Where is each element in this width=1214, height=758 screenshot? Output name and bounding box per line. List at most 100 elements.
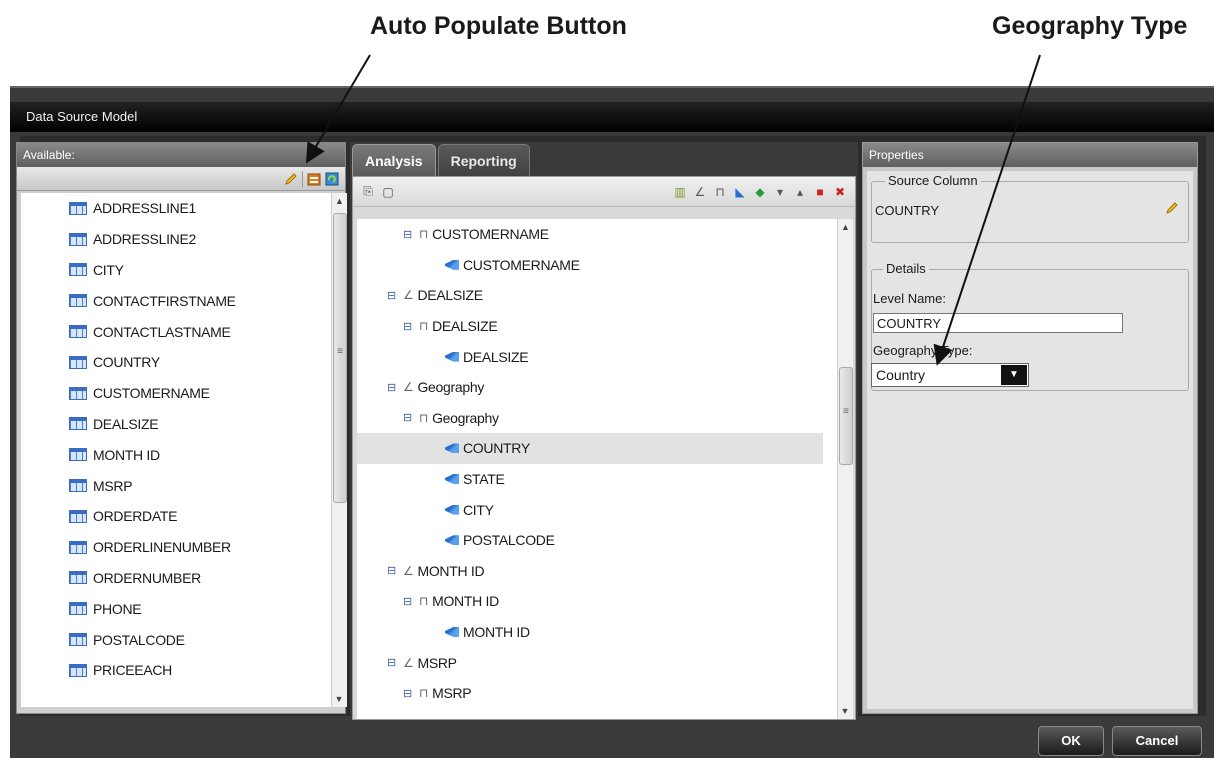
dimension-icon: ∠ [403,288,414,303]
dimension-icon: ∠ [403,655,414,670]
tree-node-hierarchy[interactable]: ⊟ ⊓ Geography [357,403,837,434]
collapse-icon[interactable]: ⊟ [387,564,397,577]
available-field-item[interactable]: MONTH ID [21,439,331,470]
available-field-item[interactable]: ORDERLINENUMBER [21,532,331,563]
collapse-icon[interactable]: ⊟ [403,320,413,333]
tree-node-dimension[interactable]: ⊟ ∠ Geography [357,372,837,403]
tree-node-dimension[interactable]: ⊟ ∠ MONTH ID [357,556,837,587]
tree-node-level[interactable]: MSRP [357,709,837,719]
tree-node-level[interactable]: COUNTRY [357,433,823,464]
cancel-button[interactable]: Cancel [1112,726,1202,756]
scroll-down-icon[interactable]: ▼ [332,691,346,707]
available-field-item[interactable]: CONTACTLASTNAME [21,316,331,347]
tree-node-level[interactable]: STATE [357,464,837,495]
properties-body: Source Column COUNTRY Details Level Name… [867,171,1193,709]
ok-button[interactable]: OK [1038,726,1104,756]
move-up-icon[interactable]: ▴ [793,185,807,199]
available-field-item[interactable]: PHONE [21,593,331,624]
add-measure-icon[interactable]: ▥ [673,185,687,199]
available-toolbar [17,167,345,191]
tree-node-hierarchy[interactable]: ⊟ ⊓ MSRP [357,678,837,709]
column-icon [69,294,87,308]
collapse-icon[interactable]: ⊟ [387,381,397,394]
available-field-item[interactable]: CONTACTFIRSTNAME [21,285,331,316]
column-icon [69,355,87,369]
collapse-icon[interactable]: ⊟ [387,289,397,302]
tree-node-level[interactable]: POSTALCODE [357,525,837,556]
move-down-icon[interactable]: ▾ [773,185,787,199]
available-field-item[interactable]: CUSTOMERNAME [21,378,331,409]
available-field-label: ORDERDATE [93,508,178,525]
available-panel: Available: ADDRESSLINE1 ADDRESSLINE2 CITY C… [16,142,347,714]
edit-source-column-icon[interactable] [1165,201,1179,220]
level-name-field[interactable]: COUNTRY [873,313,1123,333]
available-field-item[interactable]: CITY [21,255,331,286]
tree-node-hierarchy[interactable]: ⊟ ⊓ CUSTOMERNAME [357,219,837,250]
auto-populate-icon[interactable] [307,172,321,186]
available-field-label: ORDERNUMBER [93,569,201,586]
available-field-item[interactable]: MSRP [21,470,331,501]
tree-node-level[interactable]: CITY [357,494,837,525]
tree-node-label: CUSTOMERNAME [432,226,549,243]
delete-icon[interactable]: ■ [813,185,827,199]
add-dimension-icon[interactable]: ∠ [693,185,707,199]
tree-node-hierarchy[interactable]: ⊟ ⊓ DEALSIZE [357,311,837,342]
tree-node-label: DEALSIZE [417,287,483,304]
tab-analysis[interactable]: Analysis [352,144,436,176]
scroll-up-icon[interactable]: ▲ [838,219,853,235]
tree-node-label: MSRP [463,716,503,719]
tree-node-level[interactable]: CUSTOMERNAME [357,250,837,281]
column-icon [69,201,87,215]
tree-node-dimension[interactable]: ⊟ ∠ DEALSIZE [357,280,837,311]
scroll-thumb[interactable]: ≡ [333,213,347,503]
column-icon [69,509,87,523]
add-member-property-icon[interactable]: ◆ [753,185,767,199]
model-tree-scrollbar[interactable]: ▲ ≡ ▼ [837,219,853,719]
paste-icon[interactable]: ▢ [381,185,395,199]
tree-node-label: CITY [463,501,494,518]
scroll-down-icon[interactable]: ▼ [838,703,852,719]
column-icon [69,448,87,462]
collapse-icon[interactable]: ⊟ [403,228,413,241]
tree-node-hierarchy[interactable]: ⊟ ⊓ MONTH ID [357,586,837,617]
collapse-icon[interactable]: ⊟ [403,411,413,424]
analysis-toolbar: ⎘ ▢ ▥ ∠ ⊓ ◣ ◆ ▾ ▴ ■ ✖ [353,177,855,207]
collapse-icon[interactable]: ⊟ [403,595,413,608]
copy-icon[interactable]: ⎘ [361,184,375,199]
available-field-item[interactable]: ORDERDATE [21,501,331,532]
add-level-icon[interactable]: ◣ [733,185,747,199]
dimension-icon: ∠ [403,380,414,395]
available-field-label: ADDRESSLINE1 [93,200,196,217]
geography-type-select[interactable]: Country ▼ [871,363,1029,387]
available-field-item[interactable]: COUNTRY [21,347,331,378]
clear-icon[interactable]: ✖ [833,185,847,199]
collapse-icon[interactable]: ⊟ [403,687,413,700]
refresh-icon[interactable] [325,172,339,186]
available-field-item[interactable]: ADDRESSLINE2 [21,224,331,255]
available-field-item[interactable]: PRICEEACH [21,655,331,686]
available-field-item[interactable]: POSTALCODE [21,624,331,655]
available-field-item[interactable]: DEALSIZE [21,409,331,440]
tree-node-level[interactable]: DEALSIZE [357,341,837,372]
available-field-list[interactable]: ADDRESSLINE1 ADDRESSLINE2 CITY CONTACTFIRST… [21,193,331,707]
available-field-item[interactable]: ORDERNUMBER [21,563,331,594]
scroll-thumb[interactable]: ≡ [839,367,853,465]
properties-title: Properties [863,143,1197,167]
add-hierarchy-icon[interactable]: ⊓ [713,185,727,199]
available-field-item[interactable]: ADDRESSLINE1 [21,193,331,224]
tab-reporting[interactable]: Reporting [437,144,530,176]
column-icon [69,540,87,554]
geography-type-label: Geography Type: [873,343,973,358]
model-tree[interactable]: ⊟ ⊓ CUSTOMERNAME CUSTOMERNAME ⊟ ∠ DEALSIZE ⊟ ⊓ DE… [357,219,837,719]
tree-node-dimension[interactable]: ⊟ ∠ MSRP [357,647,837,678]
collapse-icon[interactable]: ⊟ [387,656,397,669]
column-icon [69,479,87,493]
pencil-icon[interactable] [284,172,298,186]
chevron-down-icon[interactable]: ▼ [1001,365,1027,385]
level-icon [445,627,459,638]
model-panel: Analysis Reporting ⎘ ▢ ▥ ∠ ⊓ ◣ ◆ ▾ ▴ ■ ✖… [350,142,858,722]
available-scrollbar[interactable]: ▲ ≡ ▼ [331,193,347,707]
tree-node-label: CUSTOMERNAME [463,256,580,273]
tree-node-level[interactable]: MONTH ID [357,617,837,648]
scroll-up-icon[interactable]: ▲ [332,193,347,209]
